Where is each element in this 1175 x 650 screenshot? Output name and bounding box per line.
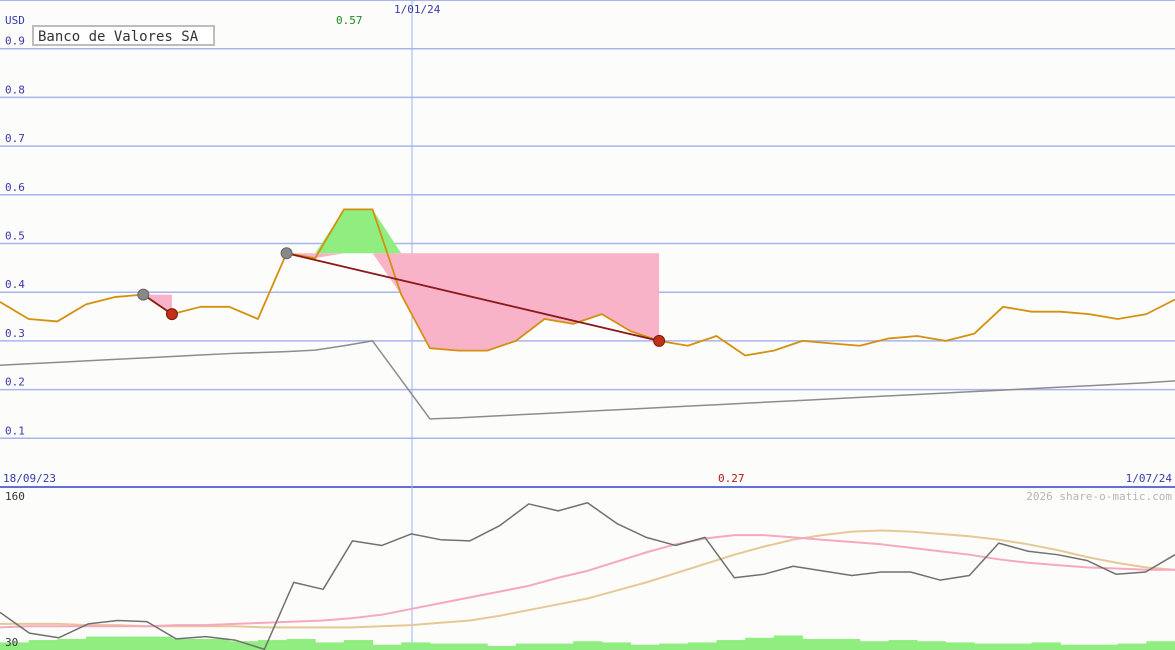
volume-bar (200, 638, 230, 650)
marker-date-label: 1/01/24 (394, 3, 441, 16)
volume-bar (114, 636, 144, 650)
grid-layer (0, 0, 1175, 650)
volume-ma-long-line (0, 529, 1175, 629)
chart-root: USD 18/09/23 1/01/24 1/07/24 0.57 0.27 2… (0, 0, 1175, 650)
volume-bar (429, 643, 460, 650)
start-date-label: 18/09/23 (3, 472, 56, 485)
volume-bar (831, 638, 861, 650)
volume-bar (1146, 641, 1175, 650)
volume-bar (1060, 644, 1090, 650)
volume-bar (687, 642, 717, 650)
loss-region (286, 253, 660, 351)
low-value-label: 0.27 (718, 472, 745, 485)
chart-title: Banco de Valores SA (32, 25, 215, 46)
y-tick-label: 0.7 (5, 132, 25, 145)
volume-bar (888, 640, 918, 650)
y-tick-label: 0.3 (5, 327, 25, 340)
volume-min-label: 30 (5, 636, 18, 649)
volume-bar (974, 643, 1004, 650)
trade-exit-marker (653, 334, 666, 347)
chart-canvas: USD 18/09/23 1/01/24 1/07/24 0.57 0.27 2… (0, 0, 1175, 650)
volume-line (0, 502, 1175, 650)
volume-bar (343, 640, 374, 650)
volume-bar (1117, 643, 1147, 650)
y-tick-label: 0.1 (5, 424, 25, 437)
volume-bar (85, 636, 116, 650)
volume-bar (315, 642, 345, 650)
volume-bar (1031, 642, 1061, 650)
volume-bar (630, 644, 660, 650)
y-tick-label: 0.8 (5, 83, 25, 96)
volume-max-label: 160 (5, 490, 25, 503)
volume-bar (917, 641, 947, 650)
y-tick-label: 0.2 (5, 376, 25, 389)
volume-bar (1003, 643, 1033, 650)
volume-bar (143, 636, 173, 650)
volume-bar (1089, 644, 1119, 650)
volume-bar (544, 643, 574, 650)
volume-bar (802, 638, 832, 650)
volume-bar (716, 640, 746, 650)
volume-bar (57, 638, 87, 650)
moving-average-line (0, 340, 1175, 420)
volume-bar (945, 642, 975, 650)
trade-entry-marker (137, 288, 150, 301)
credit-label: 2026 share-o-matic.com (1026, 490, 1172, 503)
volume-bar (401, 642, 431, 650)
unit-label: USD (5, 14, 25, 27)
y-tick-label: 0.9 (5, 35, 25, 48)
gain-region (286, 209, 660, 254)
volume-layer (0, 635, 1175, 650)
end-date-label: 1/07/24 (1126, 472, 1173, 485)
volume-bar (773, 635, 803, 650)
volume-bar (573, 641, 603, 650)
volume-bar (601, 642, 631, 650)
volume-bar (372, 644, 402, 650)
volume-bar (458, 643, 488, 650)
volume-ma-short-line (0, 534, 1175, 629)
volume-bar (286, 638, 316, 650)
volume-bar (859, 641, 889, 650)
volume-bar (171, 638, 202, 650)
volume-bar (515, 643, 546, 650)
volume-bar (659, 643, 689, 650)
volume-bar (745, 637, 775, 650)
trade-entry-marker (280, 247, 293, 260)
high-value-label: 0.57 (336, 14, 363, 27)
volume-bar (487, 645, 517, 650)
y-tick-label: 0.6 (5, 181, 25, 194)
y-tick-label: 0.5 (5, 230, 25, 243)
trade-exit-marker (165, 308, 178, 321)
volume-bar (28, 640, 58, 650)
y-tick-label: 0.4 (5, 278, 25, 291)
